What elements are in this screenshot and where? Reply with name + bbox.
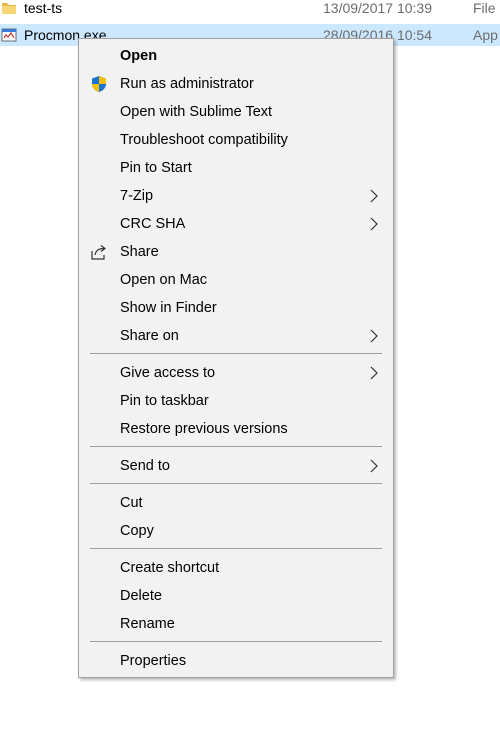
menu-item-restore-previous-versions[interactable]: Restore previous versions (79, 416, 393, 442)
folder-icon (2, 3, 16, 14)
menu-item-copy[interactable]: Copy (79, 518, 393, 544)
menu-separator (90, 483, 382, 484)
menu-item-label: Rename (120, 616, 175, 632)
menu-separator (90, 641, 382, 642)
uac-shield-icon (92, 76, 106, 92)
menu-item-open-on-mac[interactable]: Open on Mac (79, 267, 393, 293)
menu-item-open-with-sublime-text[interactable]: Open with Sublime Text (79, 99, 393, 125)
file-name: test-ts (24, 0, 63, 16)
share-icon (91, 245, 106, 260)
context-menu: Open Run as administrator Open with Subl… (78, 38, 394, 678)
menu-item-delete[interactable]: Delete (79, 583, 393, 609)
file-date: 13/09/2017 10:39 (323, 0, 432, 16)
menu-item-pin-to-taskbar[interactable]: Pin to taskbar (79, 388, 393, 414)
menu-item-label: Share (120, 244, 159, 260)
menu-item-label: Cut (120, 495, 143, 511)
menu-item-label: Share on (120, 328, 179, 344)
menu-separator (90, 548, 382, 549)
menu-item-cut[interactable]: Cut (79, 490, 393, 516)
menu-item-label: Pin to taskbar (120, 393, 209, 409)
menu-item-label: Create shortcut (120, 560, 220, 576)
menu-item-share-on[interactable]: Share on (79, 323, 393, 349)
menu-item-create-shortcut[interactable]: Create shortcut (79, 555, 393, 581)
chevron-right-icon (370, 459, 378, 473)
menu-item-label: 7-Zip (120, 188, 154, 204)
menu-item-label: Properties (120, 653, 187, 669)
menu-item-label: Give access to (120, 365, 216, 381)
menu-item-label: CRC SHA (120, 216, 186, 232)
chevron-right-icon (370, 329, 378, 343)
menu-item-show-in-finder[interactable]: Show in Finder (79, 295, 393, 321)
menu-item-label: Restore previous versions (120, 421, 288, 437)
menu-item-label: Open with Sublime Text (120, 104, 273, 120)
menu-item-label: Delete (120, 588, 162, 604)
menu-item-label: Pin to Start (120, 160, 192, 176)
menu-item-give-access-to[interactable]: Give access to (79, 360, 393, 386)
file-row-test-ts[interactable]: test-ts 13/09/2017 10:39 File (0, 0, 500, 19)
menu-item-label: Copy (120, 523, 154, 539)
menu-item-share[interactable]: Share (79, 239, 393, 265)
menu-item-rename[interactable]: Rename (79, 611, 393, 637)
application-icon (1, 28, 17, 42)
menu-item-label: Open on Mac (120, 272, 208, 288)
menu-item-label: Open (120, 48, 158, 64)
chevron-right-icon (370, 217, 378, 231)
file-type: File (473, 0, 496, 16)
menu-separator (90, 446, 382, 447)
menu-item-7-zip[interactable]: 7-Zip (79, 183, 393, 209)
file-type: App (473, 27, 498, 43)
menu-item-open[interactable]: Open (79, 43, 393, 69)
menu-item-label: Send to (120, 458, 170, 474)
menu-separator (90, 353, 382, 354)
menu-item-troubleshoot-compatibility[interactable]: Troubleshoot compatibility (79, 127, 393, 153)
menu-item-label: Run as administrator (120, 76, 254, 92)
menu-item-properties[interactable]: Properties (79, 648, 393, 674)
menu-item-run-as-administrator[interactable]: Run as administrator (79, 71, 393, 97)
menu-item-crc-sha[interactable]: CRC SHA (79, 211, 393, 237)
menu-item-label: Troubleshoot compatibility (120, 132, 288, 148)
chevron-right-icon (370, 366, 378, 380)
menu-item-send-to[interactable]: Send to (79, 453, 393, 479)
chevron-right-icon (370, 189, 378, 203)
menu-item-label: Show in Finder (120, 300, 217, 316)
menu-item-pin-to-start[interactable]: Pin to Start (79, 155, 393, 181)
